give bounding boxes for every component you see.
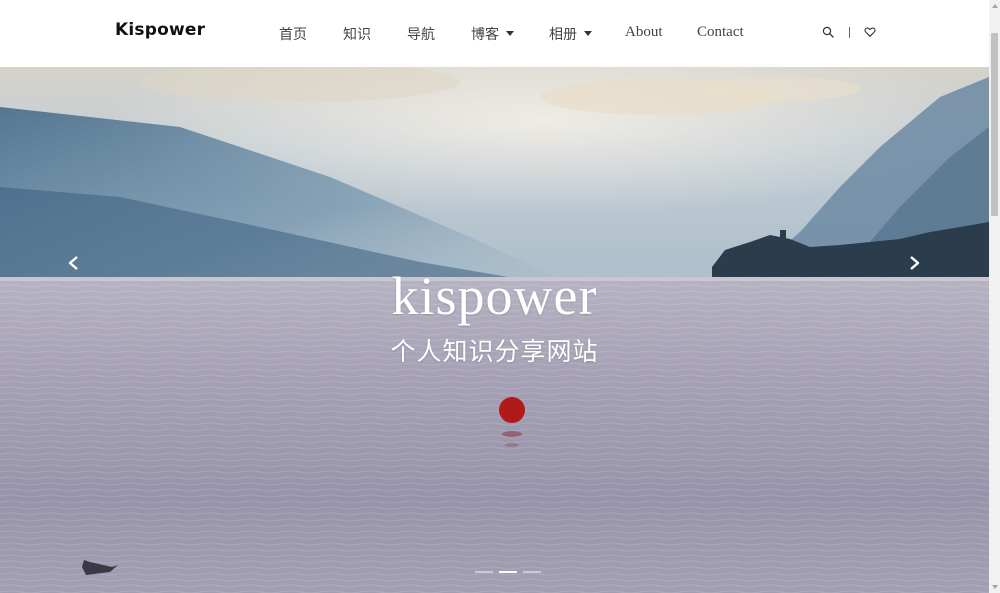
carousel-indicator[interactable]: [523, 571, 541, 573]
nav-item-blog[interactable]: 博客: [471, 24, 514, 44]
chevron-down-icon: [506, 30, 514, 36]
site-header: Kispower 首页 知识 导航 博客 相册 About Contact: [0, 0, 989, 67]
carousel-indicator[interactable]: [475, 571, 493, 573]
scrollbar-thumb[interactable]: [991, 33, 998, 216]
nav-item-knowledge[interactable]: 知识: [343, 24, 371, 44]
scrollbar[interactable]: [989, 0, 1000, 593]
chevron-down-icon: [584, 30, 592, 36]
header-divider: [849, 27, 850, 38]
hero-carousel: kispower 个人知识分享网站: [0, 67, 989, 593]
carousel-indicator-active[interactable]: [499, 571, 517, 573]
nav-item-contact[interactable]: Contact: [697, 24, 744, 41]
hero-background-image: [0, 67, 989, 593]
carousel-indicators: [475, 571, 541, 573]
buoy: [499, 397, 525, 423]
nav-item-home[interactable]: 首页: [279, 24, 307, 44]
nav-item-navigation[interactable]: 导航: [407, 24, 435, 44]
nav-item-album-label: 相册: [549, 27, 577, 43]
main-nav: 首页 知识 导航 博客 相册 About Contact: [0, 0, 989, 67]
heart-icon[interactable]: [864, 26, 876, 38]
nav-item-about[interactable]: About: [625, 24, 663, 41]
search-icon[interactable]: [822, 26, 834, 38]
hero-title: kispower: [391, 266, 598, 326]
hero-subtitle: 个人知识分享网站: [390, 337, 599, 366]
nav-item-album[interactable]: 相册: [549, 24, 592, 44]
nav-item-blog-label: 博客: [471, 27, 499, 43]
chevron-right-icon[interactable]: [907, 256, 921, 270]
chevron-left-icon[interactable]: [67, 256, 81, 270]
scroll-down-arrow-icon[interactable]: [992, 585, 998, 589]
scroll-up-arrow-icon[interactable]: [992, 4, 998, 8]
